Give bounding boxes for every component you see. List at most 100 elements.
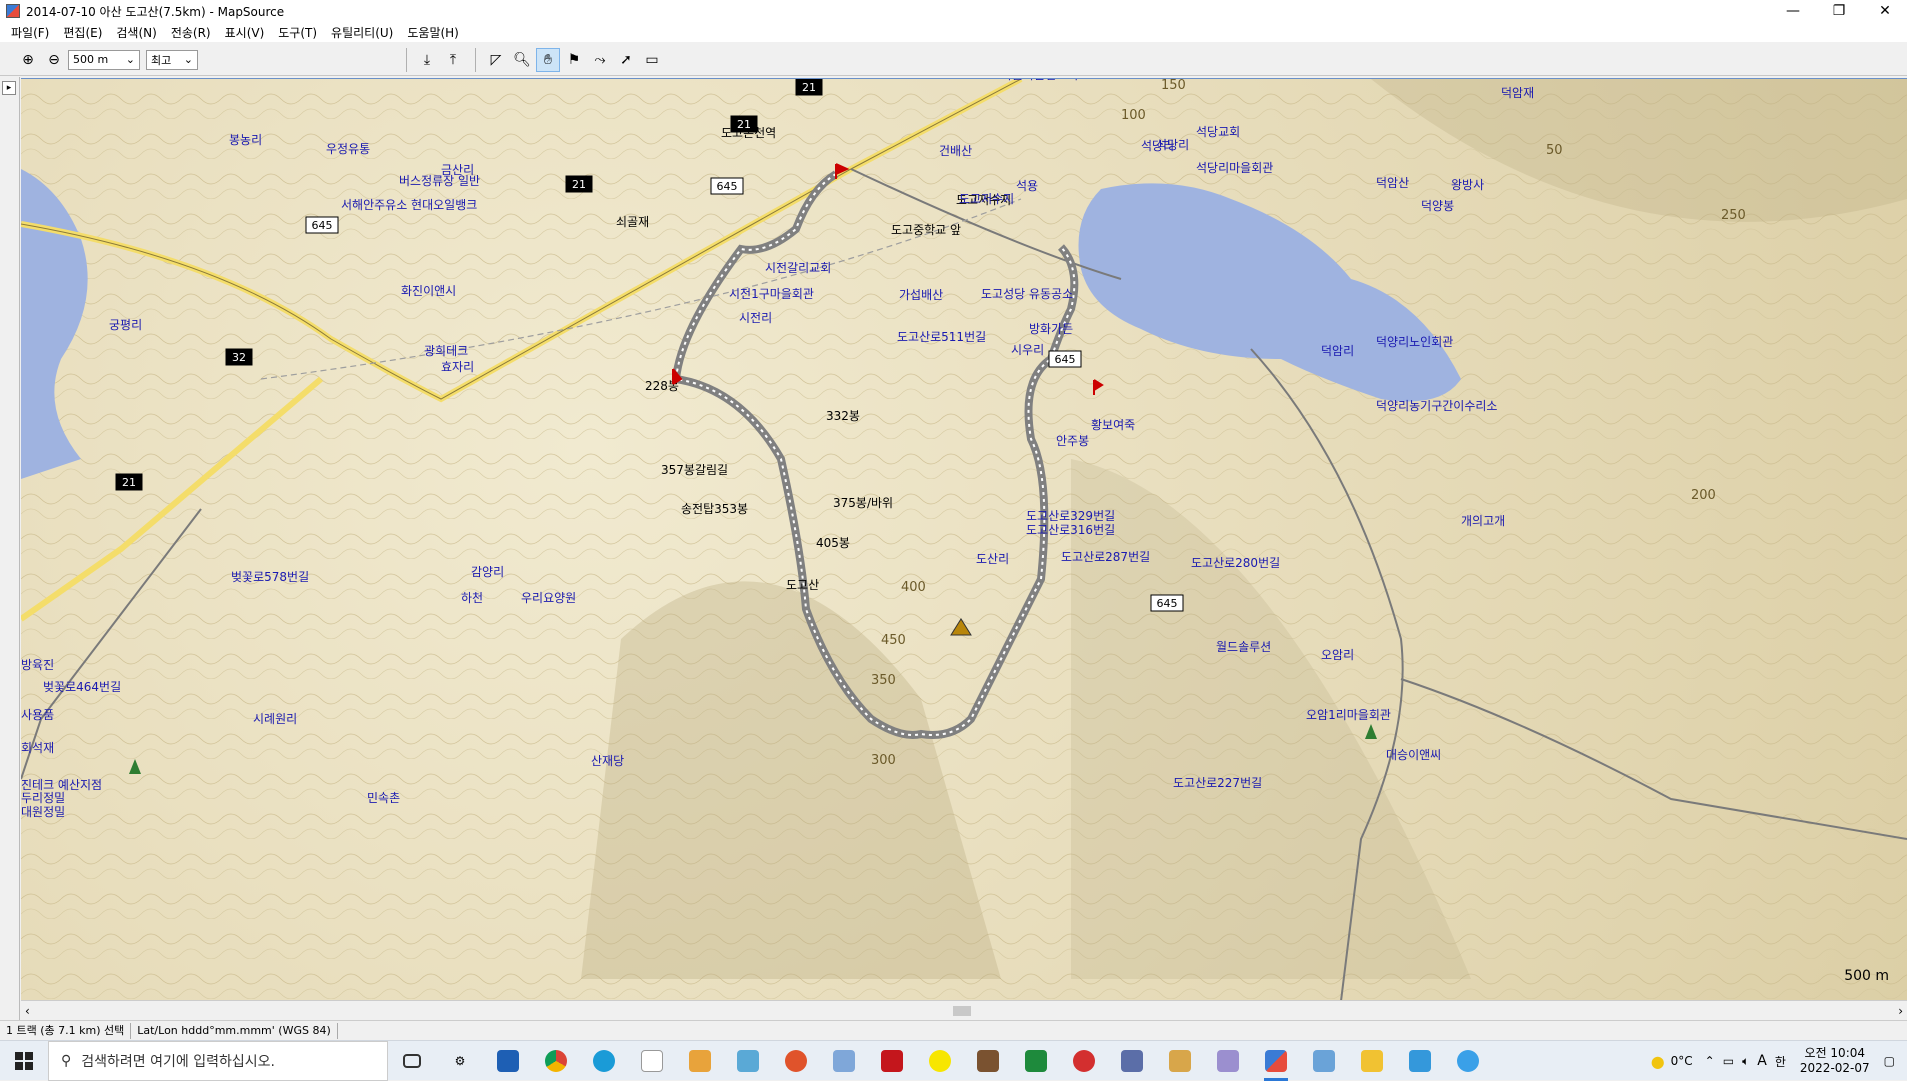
map-label[interactable]: 우정유통 bbox=[326, 142, 370, 156]
map-label[interactable]: 월드솔루션 bbox=[1216, 640, 1271, 654]
map-label[interactable]: 화진이앤시 bbox=[401, 284, 456, 298]
folder-icon[interactable] bbox=[1348, 1041, 1396, 1081]
app-icon[interactable] bbox=[772, 1041, 820, 1081]
map-label[interactable]: 감양리 bbox=[471, 565, 504, 579]
map-label[interactable]: 357봉갈림길 bbox=[661, 463, 728, 477]
restore-button[interactable]: ❐ bbox=[1817, 0, 1861, 22]
chart-app-icon[interactable] bbox=[1012, 1041, 1060, 1081]
map-label[interactable]: 우리요양원 bbox=[521, 591, 576, 605]
chrome-icon[interactable] bbox=[532, 1041, 580, 1081]
waypoint-flag-icon[interactable]: ⚑ bbox=[562, 48, 586, 72]
map-label[interactable]: 서해안주유소 현대오일뱅크 bbox=[341, 198, 477, 212]
map-label[interactable]: 도고산로316번길 bbox=[1026, 523, 1115, 537]
map-label[interactable]: 건배산 bbox=[939, 144, 972, 158]
file-icon[interactable] bbox=[628, 1041, 676, 1081]
app-icon[interactable] bbox=[724, 1041, 772, 1081]
calculator-icon[interactable] bbox=[1108, 1041, 1156, 1081]
app-icon[interactable] bbox=[1300, 1041, 1348, 1081]
map-label[interactable]: 도고산로280번길 bbox=[1191, 556, 1280, 570]
send-to-device-icon[interactable]: ⤒ bbox=[441, 48, 465, 72]
map-label[interactable]: 진테크 예산지점 bbox=[21, 778, 102, 792]
volume-icon[interactable]: 🔈︎ bbox=[1742, 1054, 1749, 1069]
menu-tools[interactable]: 도구(T) bbox=[271, 24, 324, 41]
ime-mode[interactable]: A bbox=[1757, 1053, 1767, 1069]
map-label[interactable]: 효자리 bbox=[441, 360, 474, 374]
app-icon[interactable] bbox=[1204, 1041, 1252, 1081]
map-label[interactable]: 덕암리 bbox=[1321, 344, 1354, 358]
map-label[interactable]: 덕암재 bbox=[1501, 86, 1534, 100]
map-label[interactable]: 봉농리 bbox=[229, 133, 262, 147]
map-tool-icon[interactable]: ◸ bbox=[484, 48, 508, 72]
map-label[interactable]: 도고성당 유동공소 bbox=[981, 287, 1073, 301]
map-label[interactable]: 대승이앤씨 bbox=[1386, 748, 1441, 762]
map-label[interactable]: 덕양봉 bbox=[1421, 199, 1454, 213]
map-label[interactable]: 하천 bbox=[461, 590, 483, 605]
map-label[interactable]: 덕양리노인회관 bbox=[1376, 335, 1453, 349]
menu-help[interactable]: 도움말(H) bbox=[400, 24, 466, 41]
scroll-right-icon[interactable]: › bbox=[1898, 1004, 1903, 1018]
task-view-icon[interactable] bbox=[388, 1041, 436, 1081]
mapsource-task-icon[interactable] bbox=[1252, 1041, 1300, 1081]
map-label[interactable]: 시전갈리교회 bbox=[765, 261, 831, 275]
menu-view[interactable]: 표시(V) bbox=[218, 24, 272, 41]
map-label[interactable]: 대원정밀 bbox=[21, 805, 65, 819]
map-label[interactable]: 가섭배산 bbox=[899, 288, 943, 302]
map-label[interactable]: 방육진 bbox=[21, 658, 54, 672]
map-label[interactable]: 시우리 bbox=[1011, 343, 1044, 357]
map-label[interactable]: 개의고개 bbox=[1461, 514, 1505, 528]
map-label[interactable]: 하늘다운선교회 bbox=[1001, 79, 1078, 82]
store-icon[interactable] bbox=[484, 1041, 532, 1081]
windows-start-icon[interactable] bbox=[0, 1041, 48, 1081]
menu-file[interactable]: 파일(F) bbox=[4, 24, 56, 41]
pan-hand-icon[interactable]: ✋︎ bbox=[536, 47, 560, 72]
weather-icon[interactable]: ● bbox=[1651, 1052, 1665, 1071]
map-label[interactable]: 민속촌 bbox=[367, 791, 400, 805]
map-label[interactable]: 산재당 bbox=[591, 754, 624, 768]
map-label[interactable]: 회석재 bbox=[21, 741, 54, 755]
route-tool-icon[interactable]: ⤳ bbox=[588, 48, 612, 72]
map-label[interactable]: 버스정류장 일반 bbox=[399, 174, 480, 188]
map-label[interactable]: 방화가든 bbox=[1029, 322, 1073, 336]
map-label[interactable]: 석당리마을회관 bbox=[1196, 161, 1273, 175]
map-label[interactable]: 도고산 bbox=[786, 578, 819, 592]
map-label[interactable]: 도고산로329번길 bbox=[1026, 509, 1115, 523]
map-label[interactable]: 벚꽃로578번길 bbox=[231, 570, 309, 584]
expand-panel-icon[interactable]: ▸ bbox=[2, 81, 16, 95]
menu-utilities[interactable]: 유틸리티(U) bbox=[324, 24, 400, 41]
map-label[interactable]: 궁평리 bbox=[109, 318, 142, 332]
zoom-scale-select[interactable]: 500 m ⌄ bbox=[68, 49, 140, 70]
clock[interactable]: 오전 10:04 2022-02-07 bbox=[1790, 1046, 1880, 1076]
zoom-out-icon[interactable]: ⊖ bbox=[42, 48, 66, 72]
map-label[interactable]: 도산리 bbox=[976, 552, 1009, 566]
network-icon[interactable]: ▭ bbox=[1723, 1054, 1734, 1068]
selection-arrow-icon[interactable]: ➚ bbox=[614, 48, 638, 72]
map-label[interactable]: 안주봉 bbox=[1056, 434, 1089, 448]
zoom-tool-icon[interactable]: 🔍︎ bbox=[510, 48, 534, 72]
horizontal-scrollbar[interactable]: ‹ › bbox=[21, 1000, 1907, 1020]
map-label[interactable]: 도고산로511번길 bbox=[897, 330, 986, 344]
map-label[interactable]: 두리정밀 bbox=[21, 791, 65, 805]
map-label[interactable]: 벚꽃로464번길 bbox=[43, 680, 121, 694]
scroll-thumb[interactable] bbox=[953, 1006, 971, 1016]
map-label[interactable]: 쇠골재 bbox=[616, 215, 649, 229]
app-icon[interactable] bbox=[964, 1041, 1012, 1081]
map-label[interactable]: 오암1리마을회관 bbox=[1306, 708, 1391, 722]
map-label[interactable]: 석용 bbox=[1016, 179, 1038, 193]
map-label[interactable]: 시례원리 bbox=[253, 712, 297, 726]
map-label[interactable]: 석당리 bbox=[1141, 139, 1174, 153]
map-label[interactable]: 도고저수지 bbox=[959, 192, 1014, 206]
map-label[interactable]: 332봉 bbox=[826, 409, 860, 423]
edge-icon[interactable] bbox=[580, 1041, 628, 1081]
map-view[interactable]: 도고온천역 쇠골재 도고중학교 앞 도고저수지 228봉 357봉갈림길 송전탑353봉 33… bbox=[21, 78, 1907, 1000]
zoom-in-icon[interactable]: ⊕ bbox=[16, 48, 40, 72]
map-label[interactable]: 405봉 bbox=[816, 536, 850, 550]
map-label[interactable]: 덕양리농기구간이수리소 bbox=[1376, 399, 1497, 413]
map-label[interactable]: 석당교회 bbox=[1196, 125, 1240, 139]
menu-transfer[interactable]: 전송(R) bbox=[164, 24, 218, 41]
menu-search[interactable]: 검색(N) bbox=[109, 24, 163, 41]
minimize-button[interactable]: — bbox=[1771, 0, 1815, 22]
map-label[interactable]: 광희테크 bbox=[424, 344, 468, 358]
app-icon[interactable] bbox=[1060, 1041, 1108, 1081]
map-label[interactable]: 시전리 bbox=[739, 311, 772, 325]
notification-icon[interactable]: ▢ bbox=[1884, 1054, 1895, 1068]
